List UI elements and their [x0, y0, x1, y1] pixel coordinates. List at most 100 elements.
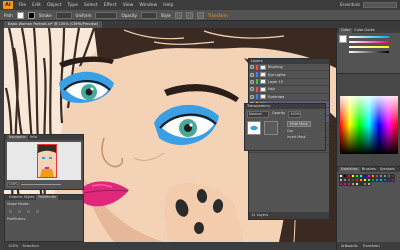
layer-name[interactable]: Eye Lights [268, 73, 286, 77]
navigator-view-box[interactable] [37, 144, 57, 178]
zoom-level[interactable]: 100% [8, 244, 18, 248]
tab-info[interactable]: Info [28, 135, 39, 140]
tab-swatches[interactable]: Swatches [339, 167, 360, 172]
current-tool: Selection [22, 244, 39, 248]
layer-name[interactable]: Layer 15 [268, 80, 283, 84]
layer-thumbnail [260, 72, 266, 78]
menu-edit[interactable]: Edit [32, 3, 41, 8]
unite-icon[interactable] [8, 209, 13, 214]
layer-name[interactable]: Blushing [268, 65, 283, 69]
visibility-eye-icon[interactable] [250, 65, 254, 70]
app-logo: Ai [3, 1, 13, 9]
fill-swatch[interactable] [16, 11, 24, 19]
layer-thumbnail [260, 64, 266, 70]
menu-type[interactable]: Type [68, 3, 78, 8]
navigator-zoom-field[interactable]: 100% [7, 182, 19, 187]
menu-file[interactable]: File [19, 3, 27, 8]
control-bar: Path Stroke Uniform Opacity Style Transf… [0, 10, 400, 21]
visibility-eye-icon[interactable] [250, 79, 254, 84]
layer-count: 12 Layers [251, 213, 269, 217]
swatch[interactable] [391, 178, 395, 182]
layers-footer: 12 Layers [249, 212, 329, 219]
exclude-icon[interactable] [35, 209, 40, 214]
opacity-field[interactable] [140, 11, 157, 19]
swatches-panel: Swatches Brushes Symbols [337, 166, 400, 242]
layer-row[interactable]: Eye Lights [249, 71, 329, 79]
opacity-label[interactable]: Opacity [121, 13, 136, 18]
tab-transform[interactable]: Transform [361, 242, 382, 250]
artboards-strip: Artboards Transform [337, 242, 400, 250]
blend-mode-dropdown[interactable]: Normal [247, 111, 269, 118]
color-spectrum[interactable] [340, 96, 398, 154]
layer-color-tag [256, 72, 258, 78]
menu-help[interactable]: Help [163, 3, 173, 8]
stroke-weight-field[interactable] [55, 11, 72, 19]
layer-row[interactable]: Eyebrows [249, 94, 329, 101]
pathfinder-panel: Graphic Styles Pathfinder Shape Modes: Pa… [4, 194, 84, 242]
layer-name[interactable]: Hair [268, 87, 275, 91]
tab-artboards[interactable]: Artboards [339, 242, 360, 250]
tab-brushes[interactable]: Brushes [360, 167, 378, 172]
tab-symbols[interactable]: Symbols [378, 167, 397, 172]
recolor-button[interactable] [196, 11, 204, 19]
visibility-eye-icon[interactable] [250, 94, 254, 99]
swatch[interactable] [367, 182, 371, 186]
tab-pathfinder[interactable]: Pathfinder [36, 195, 59, 200]
navigator-panel: Navigator Info 100% [4, 134, 84, 190]
tab-graphic-styles[interactable]: Graphic Styles [7, 195, 36, 200]
document-tab-bar: Basic Woman Portrait.ai* @ 100% (CMYK/Pr… [0, 21, 400, 28]
search-input[interactable] [363, 2, 397, 8]
menu-effect[interactable]: Effect [104, 3, 117, 8]
brush-definition-dropdown[interactable] [95, 11, 118, 19]
clip-checkbox[interactable]: Clip [287, 129, 311, 133]
pathfinders-label: Pathfinders: [7, 217, 27, 221]
menu-object[interactable]: Object [47, 3, 62, 8]
style-label[interactable]: Style [161, 13, 171, 18]
yellow-slider[interactable] [349, 46, 389, 48]
layer-color-tag [256, 64, 258, 70]
object-thumbnail [247, 121, 261, 135]
layer-row[interactable]: Layer 15 [249, 79, 329, 87]
menu-bar: Ai File Edit Object Type Select Effect V… [0, 0, 400, 10]
workspace-switcher[interactable]: Essentials [340, 2, 360, 7]
cyan-slider[interactable] [349, 36, 389, 38]
opacity-label-panel: Opacity [272, 111, 286, 115]
layer-color-tag [256, 86, 258, 92]
tab-navigator[interactable]: Navigator [7, 135, 29, 140]
menu-select[interactable]: Select [84, 3, 98, 8]
stroke-swatch[interactable] [27, 11, 35, 19]
transparency-panel: Transparency Normal Opacity 100% Make Ma… [244, 103, 326, 151]
layer-row[interactable]: Hair [249, 86, 329, 94]
layer-color-tag [256, 79, 258, 85]
style-swatch-button[interactable] [174, 11, 182, 19]
layer-thumbnail [260, 94, 266, 100]
align-button[interactable] [185, 11, 193, 19]
right-dock: Color Color Guide Swatches Brushes Symbols … [336, 28, 400, 250]
invert-mask-checkbox[interactable]: Invert Mask [287, 135, 311, 139]
black-slider[interactable] [349, 51, 389, 53]
stroke-label[interactable]: Stroke [39, 13, 52, 18]
fill-color-swatch[interactable] [339, 35, 347, 43]
navigator-zoom-slider[interactable] [21, 184, 61, 185]
profile-uniform-label[interactable]: Uniform [76, 13, 92, 18]
minus-front-icon[interactable] [17, 209, 22, 214]
menu-view[interactable]: View [123, 3, 134, 8]
intersect-icon[interactable] [26, 209, 31, 214]
selection-type-label: Path [4, 12, 13, 18]
document-tab[interactable]: Basic Woman Portrait.ai* @ 100% (CMYK/Pr… [4, 21, 103, 28]
transform-link[interactable]: Transform [208, 13, 228, 18]
shape-modes-label: Shape Modes: [7, 202, 30, 206]
opacity-value-field[interactable]: 100% [288, 111, 302, 118]
make-mask-button[interactable]: Make Mask [287, 121, 311, 127]
tab-color[interactable]: Color [339, 28, 353, 33]
layer-row[interactable]: Blushing [249, 64, 329, 72]
color-spectrum-area [337, 74, 400, 166]
visibility-eye-icon[interactable] [250, 87, 254, 92]
tab-color-guide[interactable]: Color Guide [352, 28, 377, 33]
navigator-preview[interactable] [7, 142, 81, 180]
menu-window[interactable]: Window [139, 3, 157, 8]
layer-name[interactable]: Eyebrows [268, 95, 284, 99]
visibility-eye-icon[interactable] [250, 72, 254, 77]
mask-thumbnail[interactable] [264, 121, 278, 135]
magenta-slider[interactable] [349, 41, 389, 43]
